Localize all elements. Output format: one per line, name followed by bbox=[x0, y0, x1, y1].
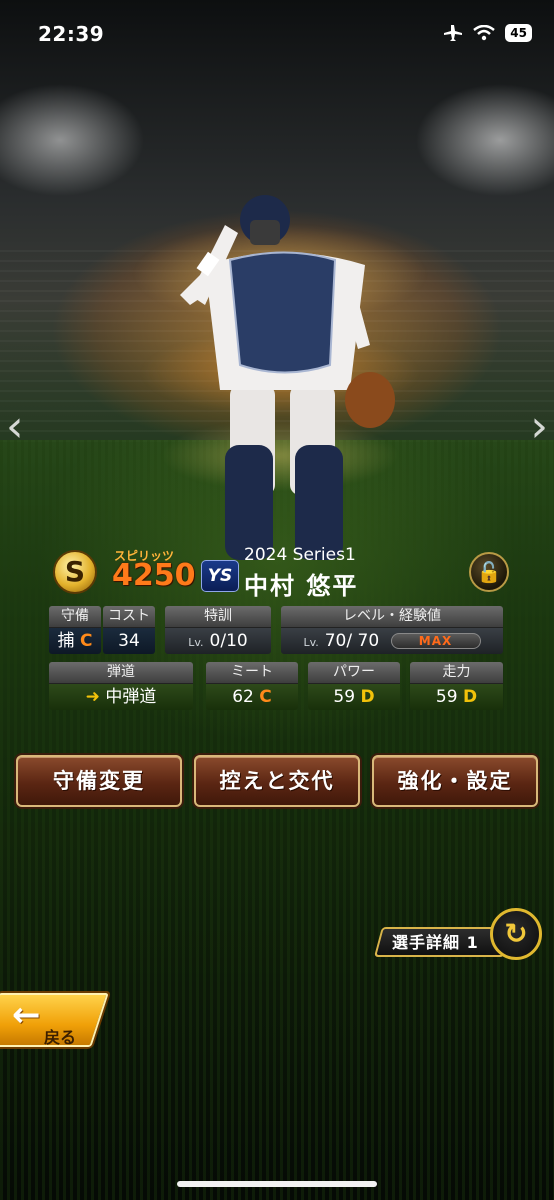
level-cell: レベル・経験値 Lv. 70/ 70 MAX bbox=[281, 606, 503, 654]
speed-grade: D bbox=[462, 687, 478, 707]
previous-player-arrow[interactable]: ‹ bbox=[6, 405, 24, 449]
defense-grade: C bbox=[79, 631, 93, 651]
status-time: 22:39 bbox=[38, 22, 105, 46]
enhance-settings-button[interactable]: 強化・設定 bbox=[372, 755, 538, 807]
defense-position: 捕 bbox=[57, 631, 75, 651]
back-arrow-icon[interactable]: ← bbox=[12, 995, 41, 1035]
speed-value: 59 bbox=[435, 687, 458, 707]
meet-value: 62 bbox=[232, 687, 254, 707]
status-bar: 22:39 45 bbox=[0, 0, 554, 66]
power-label: パワー bbox=[308, 662, 400, 684]
training-cell: 特訓 Lv. 0/10 bbox=[165, 606, 271, 654]
wifi-icon bbox=[473, 25, 496, 41]
next-player-arrow[interactable]: › bbox=[530, 405, 548, 449]
battery-icon: 45 bbox=[505, 24, 532, 42]
training-label: 特訓 bbox=[165, 606, 271, 628]
max-experience-bar: MAX bbox=[390, 633, 481, 649]
power-cell: パワー 59 D bbox=[308, 662, 400, 710]
training-lv-label: Lv. bbox=[188, 636, 204, 649]
airplane-icon bbox=[444, 25, 463, 41]
swap-reserve-button[interactable]: 控えと交代 bbox=[194, 755, 360, 807]
level-value: 70/ 70 bbox=[324, 631, 380, 651]
trajectory-arrow-icon: ➜ bbox=[85, 687, 100, 707]
meet-cell: ミート 62 C bbox=[206, 662, 298, 710]
player-figure bbox=[180, 195, 395, 560]
level-lv-label: Lv. bbox=[303, 636, 319, 649]
meet-value-row: 62 C bbox=[206, 684, 298, 710]
cost-cell: コスト 34 bbox=[103, 606, 155, 654]
power-value: 59 bbox=[333, 687, 356, 707]
trajectory-value: 中弾道 bbox=[105, 687, 157, 707]
defense-cell: 守備 捕 C bbox=[49, 606, 101, 654]
trajectory-cell: 弾道 ➜ 中弾道 bbox=[49, 662, 193, 710]
meet-label: ミート bbox=[206, 662, 298, 684]
level-value-row: Lv. 70/ 70 MAX bbox=[281, 628, 503, 654]
defense-label: 守備 bbox=[49, 606, 101, 628]
speed-label: 走力 bbox=[410, 662, 503, 684]
trajectory-label: 弾道 bbox=[49, 662, 193, 684]
speed-cell: 走力 59 D bbox=[410, 662, 503, 710]
home-indicator[interactable] bbox=[177, 1181, 377, 1187]
training-value: 0/10 bbox=[209, 631, 248, 651]
cost-label: コスト bbox=[103, 606, 155, 628]
rank-s-coin-icon: S bbox=[53, 550, 97, 594]
player-name: 中村 悠平 bbox=[244, 572, 359, 600]
spirits-value: 4250 bbox=[112, 558, 196, 593]
meet-grade: C bbox=[259, 687, 272, 707]
power-grade: D bbox=[360, 687, 375, 707]
trajectory-value-row: ➜ 中弾道 bbox=[49, 684, 193, 710]
lock-icon[interactable]: 🔓 bbox=[469, 552, 509, 592]
cost-value: 34 bbox=[103, 628, 155, 654]
card-series: 2024 Series1 bbox=[244, 545, 356, 565]
power-value-row: 59 D bbox=[308, 684, 400, 710]
training-value-row: Lv. 0/10 bbox=[165, 628, 271, 654]
refresh-cycle-icon[interactable]: ↻ bbox=[490, 908, 542, 960]
back-label[interactable]: 戻る bbox=[44, 1024, 76, 1048]
team-logo-icon: YS bbox=[201, 560, 239, 592]
status-icons: 45 bbox=[443, 24, 532, 42]
change-defense-button[interactable]: 守備変更 bbox=[16, 755, 182, 807]
player-detail-label[interactable]: 選手詳細 1 bbox=[392, 929, 479, 953]
speed-value-row: 59 D bbox=[410, 684, 503, 710]
defense-value: 捕 C bbox=[49, 628, 101, 654]
level-label: レベル・経験値 bbox=[281, 606, 503, 628]
